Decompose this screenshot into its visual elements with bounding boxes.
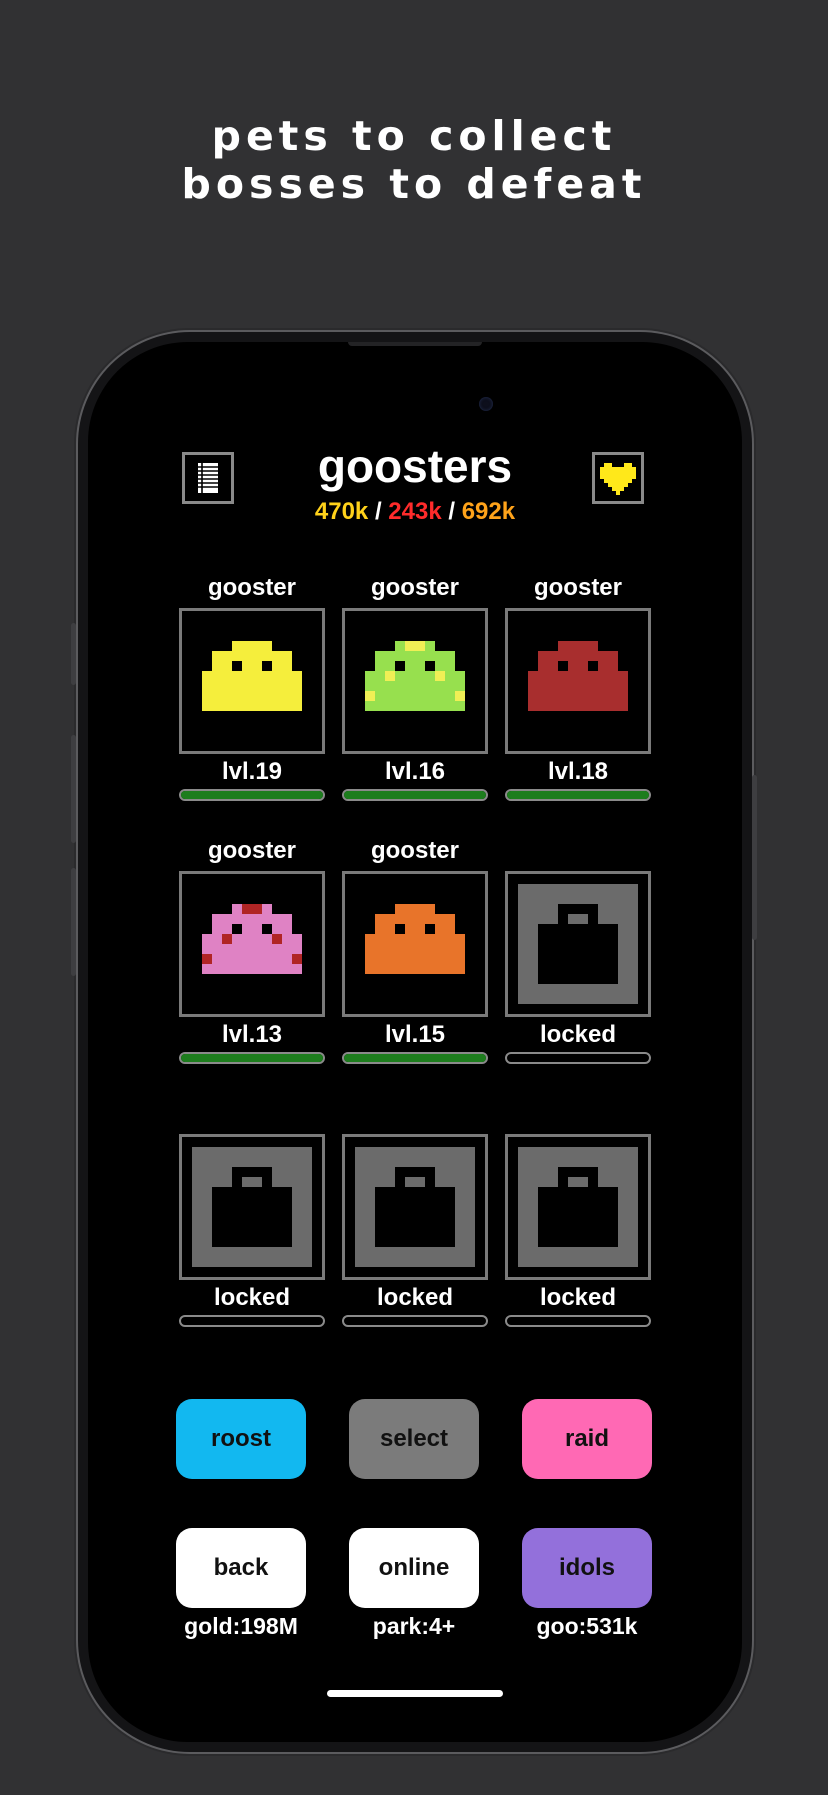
pet-name: gooster <box>533 574 622 601</box>
speaker <box>348 342 482 346</box>
phone-action-button <box>71 623 76 685</box>
select-button[interactable]: select <box>349 1399 479 1479</box>
progress-fill <box>181 1054 323 1062</box>
phone-screen: goosters 470k / 243k / 692k gooster lvl.1… <box>88 342 742 1742</box>
back-button[interactable]: back <box>176 1528 306 1608</box>
progress-fill <box>507 791 649 799</box>
progress-fill <box>181 791 323 799</box>
progress-bar <box>179 1052 325 1064</box>
locked-pet-slot[interactable] <box>342 1134 488 1280</box>
heart-icon <box>600 463 636 495</box>
pet-level: lvl.19 <box>221 758 283 785</box>
locked-label: locked <box>376 1284 454 1311</box>
progress-bar <box>179 1315 325 1327</box>
tagline-line-1: pets to collect <box>211 112 617 160</box>
goo-counter: goo:531k <box>536 1613 638 1639</box>
progress-fill <box>344 791 486 799</box>
progress-bar <box>505 1052 651 1064</box>
progress-bar <box>342 1315 488 1327</box>
locked-pet-slot[interactable] <box>505 1134 651 1280</box>
locked-label: locked <box>539 1284 617 1311</box>
lock-icon <box>355 1147 475 1267</box>
pet-level: lvl.18 <box>547 758 609 785</box>
front-camera <box>479 397 493 411</box>
stat-separator: / <box>368 498 389 525</box>
pet-slot[interactable] <box>342 871 488 1017</box>
stat-red: 243k <box>388 498 442 525</box>
gold-counter: gold:198M <box>184 1613 298 1639</box>
favorite-button[interactable] <box>592 452 644 504</box>
stat-orange: 692k <box>461 498 516 525</box>
pet-level: lvl.16 <box>384 758 446 785</box>
progress-bar <box>342 789 488 801</box>
pet-name: gooster <box>207 574 296 601</box>
phone-power-button <box>752 775 757 940</box>
roost-button[interactable]: roost <box>176 1399 306 1479</box>
pet-name: gooster <box>370 837 459 864</box>
idols-button[interactable]: idols <box>522 1528 652 1608</box>
locked-label: locked <box>213 1284 291 1311</box>
pet-slot[interactable] <box>179 608 325 754</box>
progress-bar <box>179 789 325 801</box>
pet-slot[interactable] <box>342 608 488 754</box>
gooster-sprite-icon <box>528 641 628 711</box>
phone-volume-down-button <box>71 868 76 976</box>
lock-icon <box>518 884 638 1004</box>
pet-name: gooster <box>207 837 296 864</box>
progress-bar <box>505 1315 651 1327</box>
park-counter: park:4+ <box>372 1613 456 1639</box>
stat-separator: / <box>441 498 462 525</box>
locked-label: locked <box>539 1021 617 1048</box>
tagline: pets to collect bosses to defeat <box>0 112 828 208</box>
online-button[interactable]: online <box>349 1528 479 1608</box>
gooster-sprite-icon <box>202 904 302 974</box>
progress-fill <box>344 1054 486 1062</box>
gooster-sprite-icon <box>365 904 465 974</box>
pet-slot[interactable] <box>505 608 651 754</box>
lock-icon <box>192 1147 312 1267</box>
pet-slot[interactable] <box>179 871 325 1017</box>
progress-bar <box>505 789 651 801</box>
raid-button[interactable]: raid <box>522 1399 652 1479</box>
gooster-sprite-icon <box>365 641 465 711</box>
phone-volume-up-button <box>71 735 76 843</box>
progress-bar <box>342 1052 488 1064</box>
home-indicator[interactable] <box>327 1690 503 1697</box>
locked-pet-slot[interactable] <box>179 1134 325 1280</box>
lock-icon <box>518 1147 638 1267</box>
pet-level: lvl.13 <box>221 1021 283 1048</box>
tagline-line-2: bosses to defeat <box>181 160 647 208</box>
stat-yellow: 470k <box>314 498 369 525</box>
gooster-sprite-icon <box>202 641 302 711</box>
pet-level: lvl.15 <box>384 1021 446 1048</box>
pet-name: gooster <box>370 574 459 601</box>
locked-pet-slot[interactable] <box>505 871 651 1017</box>
